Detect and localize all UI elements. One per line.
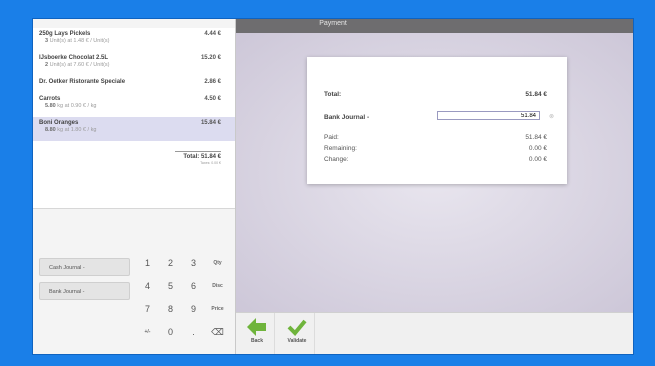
- bank-journal-button[interactable]: Bank Journal -: [39, 282, 130, 300]
- numpad-key-3[interactable]: 3: [183, 254, 204, 273]
- remaining-value: 0.00 €: [528, 145, 547, 152]
- order-taxes: Taxes: 0.00 €: [200, 161, 221, 165]
- orderline-qty: 8.80: [45, 127, 56, 133]
- numpad-key-1[interactable]: 1: [137, 254, 158, 273]
- orderline-unit-info: kg at 0.90 € / kg: [57, 103, 97, 109]
- orderline[interactable]: Dr. Oetker Ristorante Speciale 2.86 €: [33, 76, 235, 93]
- validate-label: Validate: [287, 338, 307, 344]
- paid-value: 51.84 €: [525, 134, 547, 141]
- back-label: Back: [251, 338, 263, 344]
- payment-card: Total: 51.84 € Bank Journal - ⊗ Paid: 51…: [307, 57, 567, 184]
- payment-journal-label: Bank Journal -: [324, 114, 370, 121]
- change-label: Change:: [324, 156, 349, 163]
- orderline-unit-info: Unit(s) at 1.48 € / Unit(s): [49, 38, 110, 44]
- orderline-name: IJsboerke Chocolat 2.5L: [39, 55, 109, 61]
- numpad-key-4[interactable]: 4: [137, 277, 158, 296]
- cash-journal-button[interactable]: Cash Journal -: [39, 258, 130, 276]
- order-summary: Total: 51.84 € Taxes: 0.00 €: [175, 151, 221, 165]
- payment-screen: Total: 51.84 € Bank Journal - ⊗ Paid: 51…: [236, 33, 633, 312]
- validate-button[interactable]: Validate: [280, 313, 315, 354]
- payment-amount-input[interactable]: [437, 111, 540, 120]
- orderline-qty: 2: [45, 62, 49, 68]
- numpad-key-0[interactable]: 0: [160, 323, 181, 342]
- payment-total-value: 51.84 €: [525, 91, 547, 98]
- orderline-qty: 3: [45, 38, 49, 44]
- remaining-label: Remaining:: [324, 145, 357, 152]
- orderline-price: 4.44 €: [204, 31, 221, 37]
- orderline-info: 8.80 kg at 1.80 € / kg: [39, 127, 221, 133]
- order-total: Total: 51.84 €: [183, 154, 221, 160]
- orderline-info: 5.80 kg at 0.90 € / kg: [39, 103, 221, 109]
- orderline-info: 3 Unit(s) at 1.48 € / Unit(s): [39, 38, 221, 44]
- order-list: 250g Lays Pickels 3 Unit(s) at 1.48 € / …: [33, 28, 235, 209]
- numpad-key-dot[interactable]: .: [183, 323, 204, 342]
- numpad-key-5[interactable]: 5: [160, 277, 181, 296]
- action-bar: Back Validate: [236, 312, 633, 354]
- orderline-name: Boni Oranges: [39, 120, 79, 126]
- payment-total-label: Total:: [324, 91, 342, 98]
- back-arrow-icon: [247, 318, 266, 336]
- orderline[interactable]: Carrots 5.80 kg at 0.90 € / kg 4.50 €: [33, 93, 235, 117]
- orderline-info: 2 Unit(s) at 7.60 € / Unit(s): [39, 62, 221, 68]
- numpad-key-8[interactable]: 8: [160, 300, 181, 319]
- orderline-selected[interactable]: Boni Oranges 8.80 kg at 1.80 € / kg 15.8…: [33, 117, 235, 141]
- checkmark-icon: [287, 319, 307, 336]
- numpad-mode-price[interactable]: Price: [207, 300, 228, 319]
- orderline-price: 4.50 €: [204, 96, 221, 102]
- orderline-name: 250g Lays Pickels: [39, 31, 91, 37]
- orderline-price: 2.86 €: [204, 79, 221, 85]
- orderline-name: Carrots: [39, 96, 61, 102]
- orderline[interactable]: 250g Lays Pickels 3 Unit(s) at 1.48 € / …: [33, 28, 235, 52]
- change-value: 0.00 €: [528, 156, 547, 163]
- orderline-unit-info: kg at 1.80 € / kg: [57, 127, 97, 133]
- delete-paymentline-icon[interactable]: ⊗: [549, 113, 554, 120]
- numpad-key-sign[interactable]: +/-: [137, 323, 158, 342]
- numpad-key-2[interactable]: 2: [160, 254, 181, 273]
- numpad-mode-disc[interactable]: Disc: [207, 277, 228, 296]
- paid-label: Paid:: [324, 134, 339, 141]
- orderline-unit-info: Unit(s) at 7.60 € / Unit(s): [49, 62, 110, 68]
- pos-window: Payment 250g Lays Pickels 3 Unit(s) at 1…: [33, 19, 633, 354]
- numpad-mode-qty[interactable]: Qty: [207, 254, 228, 273]
- numpad-key-6[interactable]: 6: [183, 277, 204, 296]
- orderline[interactable]: IJsboerke Chocolat 2.5L 2 Unit(s) at 7.6…: [33, 52, 235, 76]
- orderline-qty: 5.80: [45, 103, 56, 109]
- left-pane: 250g Lays Pickels 3 Unit(s) at 1.48 € / …: [33, 19, 236, 354]
- numpad-key-7[interactable]: 7: [137, 300, 158, 319]
- orderline-price: 15.84 €: [200, 120, 221, 126]
- orderline-name: Dr. Oetker Ristorante Speciale: [39, 79, 126, 85]
- summary-divider: [175, 151, 221, 152]
- orderline-price: 15.20 €: [200, 55, 221, 61]
- back-button[interactable]: Back: [240, 313, 275, 354]
- backspace-icon[interactable]: ⌫: [207, 323, 228, 342]
- numpad-key-9[interactable]: 9: [183, 300, 204, 319]
